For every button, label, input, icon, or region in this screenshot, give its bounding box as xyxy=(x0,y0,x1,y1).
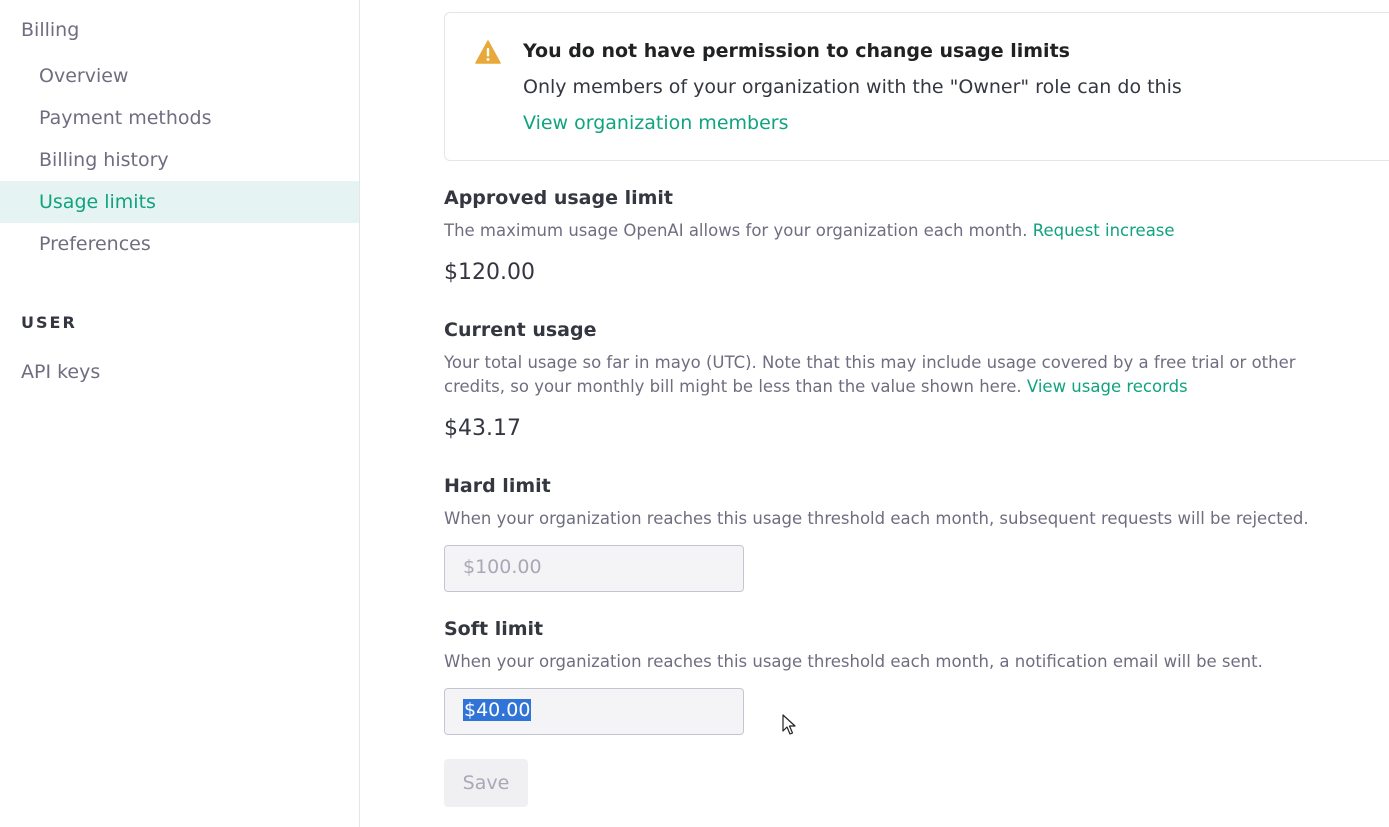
soft-limit-value-wrap: $40.00 xyxy=(463,699,532,721)
soft-limit-description: When your organization reaches this usag… xyxy=(444,652,1263,671)
current-usage-title: Current usage xyxy=(444,319,597,341)
approved-usage-amount: $120.00 xyxy=(444,260,535,285)
soft-limit-title: Soft limit xyxy=(444,618,544,640)
sidebar-section-user: USER xyxy=(21,313,77,332)
hard-limit-title: Hard limit xyxy=(444,475,551,497)
soft-limit-input[interactable]: $40.00 xyxy=(444,688,744,735)
alert-body: Only members of your organization with t… xyxy=(523,76,1182,98)
current-usage-desc-line2-wrap: credits, so your monthly bill might be l… xyxy=(444,375,1296,399)
save-button[interactable]: Save xyxy=(444,759,528,807)
sidebar-item-payment-methods[interactable]: Payment methods xyxy=(0,97,359,139)
hard-limit-description: When your organization reaches this usag… xyxy=(444,509,1309,528)
warning-icon xyxy=(475,40,501,64)
sidebar-item-api-keys[interactable]: API keys xyxy=(21,361,100,383)
sidebar-item-billing-history[interactable]: Billing history xyxy=(0,139,359,181)
sidebar-item-usage-limits[interactable]: Usage limits xyxy=(0,181,359,223)
soft-limit-value: $40.00 xyxy=(463,699,532,721)
permission-alert: You do not have permission to change usa… xyxy=(444,12,1389,161)
alert-title: You do not have permission to change usa… xyxy=(523,40,1070,62)
request-increase-link[interactable]: Request increase xyxy=(1033,221,1175,240)
view-organization-members-link[interactable]: View organization members xyxy=(523,112,788,134)
approved-usage-limit-title: Approved usage limit xyxy=(444,187,673,209)
mouse-cursor-icon xyxy=(782,714,796,735)
sidebar-item-preferences[interactable]: Preferences xyxy=(0,223,359,265)
view-usage-records-link[interactable]: View usage records xyxy=(1027,377,1188,396)
current-usage-desc-line1: Your total usage so far in mayo (UTC). N… xyxy=(444,353,1296,372)
current-usage-description: Your total usage so far in mayo (UTC). N… xyxy=(444,351,1296,399)
current-usage-desc-line2: credits, so your monthly bill might be l… xyxy=(444,377,1022,396)
sidebar: Billing Overview Payment methods Billing… xyxy=(0,0,360,827)
approved-usage-description: The maximum usage OpenAI allows for your… xyxy=(444,219,1175,243)
sidebar-item-overview[interactable]: Overview xyxy=(0,55,359,97)
approved-usage-desc-text: The maximum usage OpenAI allows for your… xyxy=(444,221,1028,240)
hard-limit-input[interactable]: $100.00 xyxy=(444,545,744,592)
sidebar-heading-billing[interactable]: Billing xyxy=(21,19,79,41)
hard-limit-value: $100.00 xyxy=(463,556,542,578)
current-usage-amount: $43.17 xyxy=(444,416,521,441)
